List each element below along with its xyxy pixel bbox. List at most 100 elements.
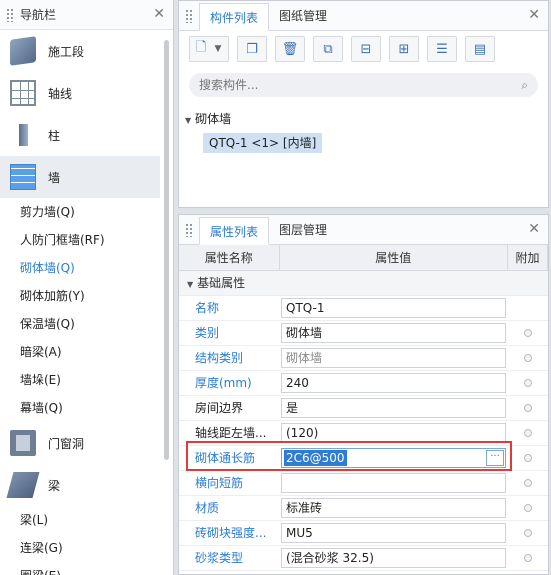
property-value-input[interactable]: (120) <box>281 422 506 443</box>
import-component-button[interactable]: ⊟ <box>351 36 381 62</box>
search-icon[interactable]: ⌕ <box>521 78 528 93</box>
nav-item-hidden-beam[interactable]: 暗梁(A) <box>0 338 173 366</box>
tab-layer-management[interactable]: 图层管理 <box>269 216 337 244</box>
property-name: 厚度(mm) <box>179 370 279 396</box>
nav-item-curtain-wall[interactable]: 幕墙(Q) <box>0 394 173 422</box>
nav-category-door-window[interactable]: 门窗洞 <box>0 422 173 464</box>
drag-grip-icon[interactable] <box>185 8 193 23</box>
attach-checkbox[interactable] <box>523 478 532 487</box>
search-input[interactable] <box>199 78 522 92</box>
property-value-input[interactable]: QTQ-1 <box>281 297 506 318</box>
property-name: 砂浆类型 <box>179 545 279 571</box>
tree-group[interactable]: ▼ 砌体墙 <box>185 109 548 129</box>
close-icon[interactable]: ✕ <box>528 7 540 23</box>
wall-icon <box>10 164 36 190</box>
property-row[interactable]: 厚度(mm) 240 <box>179 370 548 396</box>
tab-component-list[interactable]: 构件列表 <box>199 3 270 31</box>
property-row[interactable]: 类别 砌体墙 <box>179 320 548 346</box>
tab-property-list[interactable]: 属性列表 <box>199 217 270 245</box>
attach-checkbox[interactable] <box>523 553 532 562</box>
nav-item-beam[interactable]: 梁(L) <box>0 506 173 534</box>
property-row[interactable]: 结构类别 砌体墙 <box>179 345 548 371</box>
nav-item-masonry-wall[interactable]: 砌体墙(Q) <box>0 254 173 282</box>
ellipsis-button[interactable]: ··· <box>486 449 504 466</box>
nav-item-wall-pier[interactable]: 墙垛(E) <box>0 366 173 394</box>
component-tree: ▼ 砌体墙 QTQ-1 <1> [内墙] <box>179 97 548 153</box>
property-value-cell: MU5 <box>279 520 508 546</box>
property-row[interactable]: 砖砌块强度... MU5 <box>179 520 548 546</box>
nav-category-wall[interactable]: 墙 <box>0 156 160 198</box>
filter-list-icon: ▤ <box>473 41 487 57</box>
list-view-button[interactable]: ☰ <box>427 36 457 62</box>
nav-category-axis[interactable]: 轴线 <box>0 72 173 114</box>
attach-checkbox[interactable] <box>523 403 532 412</box>
tree-group-label: 砌体墙 <box>195 112 232 126</box>
nav-item-masonry-rebar[interactable]: 砌体加筋(Y) <box>0 282 173 310</box>
property-name: 名称 <box>179 295 279 321</box>
new-component-button[interactable]: 🗋 ▼ <box>189 36 229 62</box>
import-icon: ⊟ <box>360 41 372 57</box>
nav-item-shear-wall[interactable]: 剪力墙(Q) <box>0 198 173 226</box>
copy-component-button[interactable]: ❐ <box>237 36 267 62</box>
attach-checkbox[interactable] <box>523 503 532 512</box>
nav-item-insulation-wall[interactable]: 保温墙(Q) <box>0 310 173 338</box>
property-value-input-active[interactable]: 2C6@500 ··· <box>281 447 506 468</box>
property-row[interactable]: 砌体通长筋 2C6@500 ··· <box>179 445 548 471</box>
property-value-input[interactable] <box>281 472 506 493</box>
nav-item-ring-beam[interactable]: 圈梁(E) <box>0 562 173 575</box>
property-tabbar: 属性列表 图层管理 ✕ <box>179 215 548 245</box>
filter-button[interactable]: ▤ <box>465 36 495 62</box>
attach-checkbox[interactable] <box>523 428 532 437</box>
nav-category-beam[interactable]: 梁 <box>0 464 173 506</box>
nav-category-label: 梁 <box>48 478 61 493</box>
property-row[interactable]: 材质 标准砖 <box>179 495 548 521</box>
nav-category-stage[interactable]: 施工段 <box>0 30 173 72</box>
property-value-input[interactable]: 是 <box>281 397 506 418</box>
property-name: 轴线距左墙... <box>179 420 279 446</box>
column-icon <box>10 122 36 148</box>
attach-checkbox[interactable] <box>523 528 532 537</box>
property-value-input[interactable]: 砌体墙 <box>281 347 506 368</box>
property-name: 砖砌块强度... <box>179 520 279 546</box>
export-component-button[interactable]: ⊞ <box>389 36 419 62</box>
property-row[interactable]: 轴线距左墙... (120) <box>179 420 548 446</box>
property-value-cell: 砌体墙 <box>279 320 508 346</box>
property-row[interactable]: 名称 QTQ-1 <box>179 295 548 321</box>
close-icon[interactable]: ✕ <box>528 221 540 237</box>
property-value-input[interactable]: 标准砖 <box>281 497 506 518</box>
drag-grip-icon[interactable] <box>185 222 193 237</box>
stage-icon <box>10 36 36 66</box>
collapse-triangle-icon[interactable]: ▼ <box>185 116 191 125</box>
property-attach-cell <box>507 495 548 521</box>
navigation-panel: 导航栏 ✕ 施工段 轴线 柱 墙 剪力墙(Q) 人防门框墙(RF) 砌体墙(Q)… <box>0 0 174 575</box>
nav-item-coupling-beam[interactable]: 连梁(G) <box>0 534 173 562</box>
drag-grip-icon[interactable] <box>6 7 14 22</box>
close-icon[interactable]: ✕ <box>153 6 165 22</box>
property-attach-cell <box>507 545 548 571</box>
component-toolbar: 🗋 ▼ ❐ 🗑 ⧉ ⊟ ⊞ ☰ ▤ <box>179 31 548 67</box>
property-row[interactable]: 房间边界是 <box>179 395 548 421</box>
property-value-input[interactable]: (混合砂浆 32.5) <box>281 547 506 568</box>
property-row[interactable]: 砂浆类型 (混合砂浆 32.5) <box>179 545 548 571</box>
tab-drawing-management[interactable]: 图纸管理 <box>269 2 337 30</box>
property-group-row[interactable]: ▼ 基础属性 <box>179 270 548 296</box>
attach-checkbox[interactable] <box>523 378 532 387</box>
layer-copy-button[interactable]: ⧉ <box>313 36 343 62</box>
layer-copy-icon: ⧉ <box>323 41 333 57</box>
property-value-input[interactable]: MU5 <box>281 522 506 543</box>
copy-icon: ❐ <box>246 41 258 57</box>
tree-item-selected[interactable]: QTQ-1 <1> [内墙] <box>203 133 323 153</box>
property-row[interactable]: 横向短筋 <box>179 470 548 496</box>
chevron-down-icon[interactable]: ▼ <box>214 44 221 54</box>
attach-checkbox[interactable] <box>523 328 532 337</box>
attach-checkbox[interactable] <box>523 353 532 362</box>
nav-item-civil-defense-door-wall[interactable]: 人防门框墙(RF) <box>0 226 173 254</box>
collapse-triangle-icon[interactable]: ▼ <box>187 280 193 289</box>
export-icon: ⊞ <box>398 41 410 57</box>
nav-category-column[interactable]: 柱 <box>0 114 173 156</box>
property-name: 结构类别 <box>179 345 279 371</box>
delete-component-button[interactable]: 🗑 <box>275 36 305 62</box>
property-value-input[interactable]: 240 <box>281 372 506 393</box>
attach-checkbox[interactable] <box>523 453 532 462</box>
property-value-input[interactable]: 砌体墙 <box>281 322 506 343</box>
